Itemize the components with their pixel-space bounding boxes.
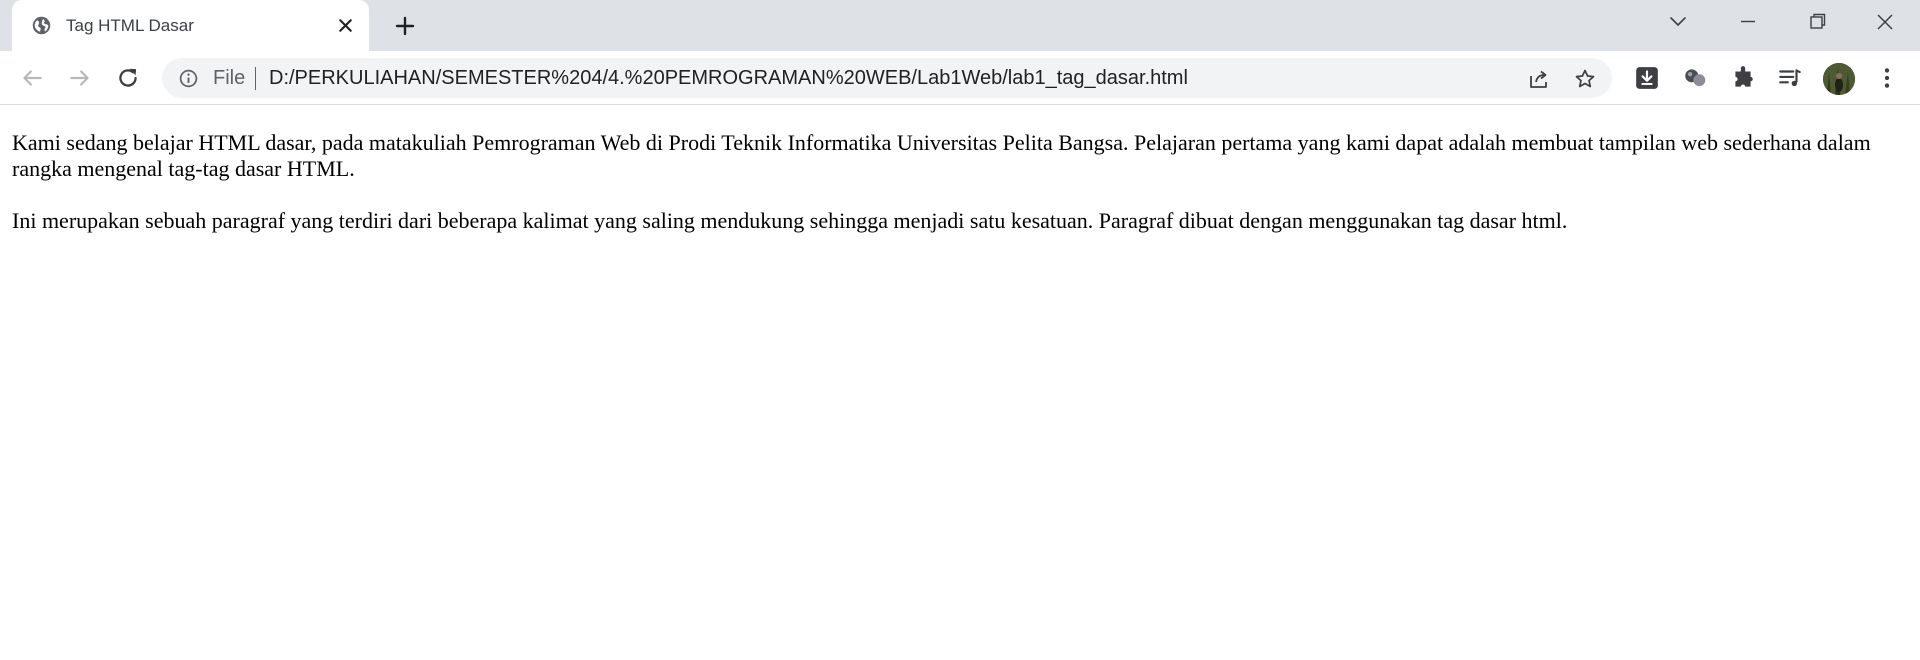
paragraph-definition: Ini merupakan sebuah paragraf yang terdi… bbox=[12, 208, 1568, 233]
playlist-icon[interactable] bbox=[1777, 65, 1803, 91]
kebab-menu-icon[interactable] bbox=[1874, 65, 1900, 91]
close-window-icon[interactable] bbox=[1869, 8, 1901, 36]
download-extension-icon[interactable] bbox=[1634, 65, 1660, 91]
back-arrow-icon[interactable] bbox=[19, 65, 45, 91]
minimize-icon[interactable] bbox=[1732, 8, 1764, 36]
share-icon[interactable] bbox=[1527, 67, 1551, 91]
plus-icon[interactable] bbox=[390, 11, 420, 41]
chevron-down-icon[interactable] bbox=[1662, 8, 1694, 36]
restore-icon[interactable] bbox=[1801, 8, 1833, 36]
spheres-extension-icon[interactable] bbox=[1682, 65, 1708, 91]
paragraph-intro: Kami sedang belajar HTML dasar, pada mat… bbox=[12, 130, 1871, 181]
scheme-label: File bbox=[213, 67, 246, 89]
avatar-image bbox=[1823, 63, 1855, 95]
address-separator bbox=[255, 67, 256, 90]
close-icon[interactable] bbox=[335, 15, 356, 36]
browser-tab[interactable]: Tag HTML Dasar bbox=[12, 0, 369, 51]
address-bar[interactable]: File D:/PERKULIAHAN/SEMESTER%204/4.%20PE… bbox=[162, 58, 1612, 98]
star-icon[interactable] bbox=[1573, 67, 1597, 91]
tab-title: Tag HTML Dasar bbox=[66, 16, 194, 35]
reload-icon[interactable] bbox=[115, 65, 141, 91]
url-text[interactable]: D:/PERKULIAHAN/SEMESTER%204/4.%20PEMROGR… bbox=[269, 68, 1188, 89]
forward-arrow-icon[interactable] bbox=[67, 65, 93, 91]
avatar[interactable] bbox=[1823, 63, 1855, 95]
tab-strip: Tag HTML Dasar bbox=[0, 0, 1920, 51]
globe-icon bbox=[32, 16, 51, 35]
page-content: Kami sedang belajar HTML dasar, pada mat… bbox=[0, 106, 1920, 660]
info-icon[interactable] bbox=[178, 68, 199, 89]
puzzle-icon[interactable] bbox=[1730, 65, 1756, 91]
browser-toolbar: File D:/PERKULIAHAN/SEMESTER%204/4.%20PE… bbox=[0, 51, 1920, 105]
